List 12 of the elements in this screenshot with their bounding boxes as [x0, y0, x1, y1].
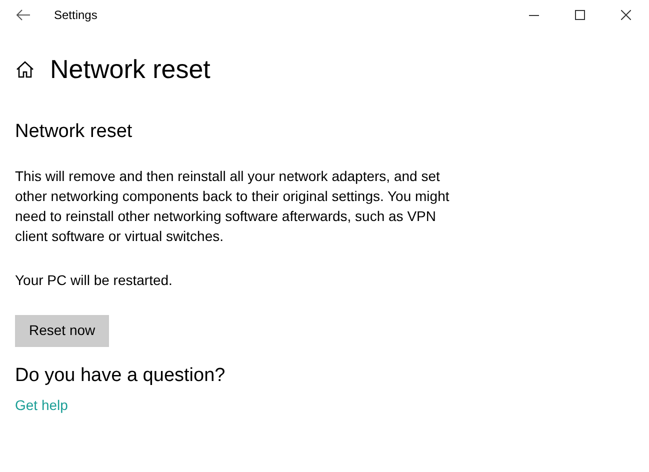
reset-now-button[interactable]: Reset now — [15, 314, 110, 347]
minimize-icon — [529, 14, 539, 16]
help-heading: Do you have a question? — [15, 364, 226, 388]
description-text: This will remove and then reinstall all your network adapters, and set other networking components back to their original settings. You might need to reinstall other networking software afterwards, such as VPN client software or virtual switches. — [15, 166, 450, 246]
back-arrow-icon — [16, 9, 30, 21]
section-heading: Network reset — [15, 121, 134, 144]
page-title: Network reset — [50, 54, 210, 86]
close-icon — [621, 10, 631, 20]
window-title: Settings — [54, 7, 98, 24]
home-icon — [16, 61, 34, 78]
restart-note: Your PC will be restarted. — [15, 270, 174, 290]
maximize-icon — [575, 10, 585, 20]
